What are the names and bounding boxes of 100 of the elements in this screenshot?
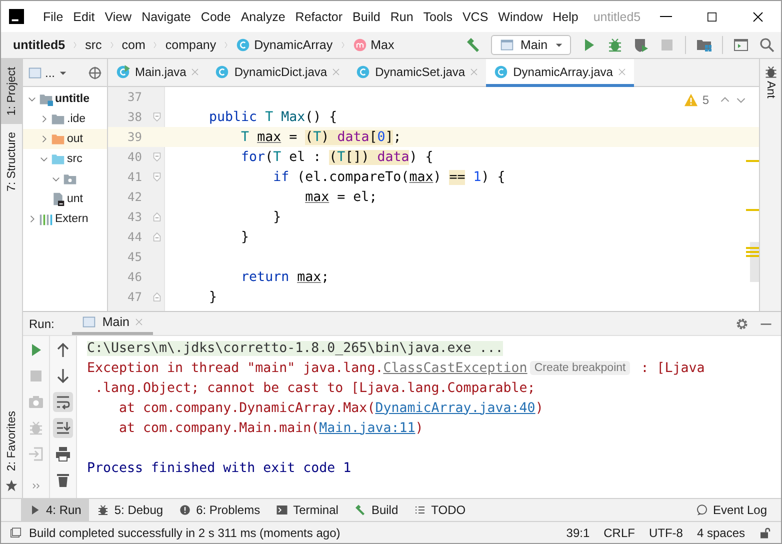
hammer-icon[interactable]	[465, 37, 481, 53]
breadcrumb[interactable]: com	[122, 38, 146, 52]
file-encoding[interactable]: UTF-8	[648, 526, 683, 540]
code-line: for(T el : (T[]) data) {	[240, 150, 434, 164]
indent-setting[interactable]: 4 spaces	[696, 526, 745, 540]
fold-marker-icon[interactable]	[153, 212, 161, 222]
trash-icon[interactable]	[55, 472, 71, 488]
tab-label[interactable]: DynamicArray.java	[513, 64, 613, 78]
run-configuration-dropdown[interactable]: Main	[491, 35, 571, 55]
tool-window-tab[interactable]: 1: Project	[1, 59, 22, 124]
menu-item[interactable]: Build	[348, 10, 386, 24]
close-icon[interactable]	[618, 68, 626, 76]
code-line: if (el.compareTo(max) == 1) {	[272, 170, 506, 184]
tool-window-button[interactable]: Terminal	[268, 499, 346, 521]
menu-item[interactable]: Edit	[68, 10, 100, 24]
fold-marker-icon[interactable]	[153, 292, 161, 302]
tree-item-label[interactable]: Extern	[55, 213, 88, 225]
tool-window-button[interactable]: 6: Problems	[171, 499, 268, 521]
scroll-to-end-icon[interactable]	[55, 420, 71, 436]
exit-message: Process finished with exit code 1	[87, 460, 352, 476]
close-icon[interactable]	[135, 318, 144, 326]
search-icon[interactable]	[759, 37, 775, 53]
class-icon	[215, 64, 230, 78]
menu-item[interactable]: Window	[493, 10, 548, 24]
tool-window-tab[interactable]: 7: Structure	[1, 124, 22, 200]
tab-label[interactable]: Main.java	[135, 64, 186, 78]
printer-icon[interactable]	[55, 446, 71, 462]
menu-item[interactable]: Code	[196, 10, 236, 24]
fold-marker-icon[interactable]	[153, 172, 161, 182]
hammer-icon	[354, 504, 366, 516]
package-icon	[63, 172, 77, 186]
line-number: 44	[126, 229, 143, 246]
breadcrumb[interactable]: untitled5	[13, 38, 66, 52]
window-icon[interactable]	[733, 37, 749, 53]
soft-wrap-icon[interactable]	[55, 394, 71, 410]
menu-item[interactable]: File	[38, 10, 68, 24]
menu-item[interactable]: View	[100, 10, 137, 24]
tree-item-label[interactable]: src	[67, 153, 82, 165]
event-log-button[interactable]: Event Log	[688, 499, 775, 521]
fold-marker-icon[interactable]	[153, 232, 161, 242]
breadcrumb[interactable]: src	[85, 38, 102, 52]
close-icon[interactable]	[191, 68, 200, 76]
error-text: )	[535, 400, 544, 416]
fold-marker-icon[interactable]	[153, 152, 161, 162]
tool-window-button[interactable]: 5: Debug	[89, 499, 172, 521]
close-icon[interactable]	[470, 68, 478, 76]
editor-tab[interactable]: Main.java	[108, 59, 208, 87]
shield-run-icon[interactable]	[633, 37, 649, 53]
runnable-class-icon	[116, 64, 130, 78]
breadcrumb[interactable]: DynamicArray	[254, 38, 333, 52]
code-line: }	[240, 230, 250, 244]
tree-item-label[interactable]: .ide	[67, 113, 86, 125]
menu-item[interactable]: Help	[548, 10, 584, 24]
stop-icon[interactable]	[659, 37, 675, 53]
settings-icon[interactable]	[735, 316, 749, 330]
window-title: untitled5	[593, 10, 641, 24]
view-dropdown[interactable]: ...	[45, 66, 56, 80]
tree-item-label[interactable]: unt	[67, 193, 83, 205]
locate-icon[interactable]	[88, 66, 102, 80]
tab-label[interactable]: DynamicSet.java	[375, 64, 466, 78]
tab-label[interactable]: DynamicDict.java	[234, 64, 328, 78]
tool-windows-icon[interactable]	[9, 526, 21, 538]
tool-window-button[interactable]: Build	[346, 499, 406, 521]
exception-link[interactable]: ClassCastException	[383, 360, 528, 376]
tool-window-button[interactable]: 4: Run	[21, 499, 90, 521]
menu-item[interactable]: Navigate	[136, 10, 196, 24]
tool-window-button[interactable]: TODO	[406, 499, 474, 521]
arrow-down-icon[interactable]	[55, 368, 71, 384]
menu-item[interactable]: Analyze	[236, 10, 290, 24]
arrow-up-icon[interactable]	[55, 342, 71, 358]
bug-icon[interactable]	[607, 37, 623, 53]
line-number: 37	[126, 89, 143, 106]
file-link[interactable]: Main.java:11	[319, 420, 416, 436]
menu-item[interactable]: Tools	[418, 10, 458, 24]
menu-item[interactable]: Run	[385, 10, 418, 24]
menu-item[interactable]: VCS	[457, 10, 494, 24]
folder-icon	[51, 112, 65, 126]
tool-window-tab[interactable]: 2: Favorites	[1, 402, 22, 479]
tree-item-label[interactable]: untitle	[55, 93, 90, 105]
editor-tab[interactable]: DynamicArray.java	[486, 59, 634, 87]
fold-marker-icon[interactable]	[153, 112, 161, 122]
error-text: at com.company.DynamicArray.Max(	[118, 400, 376, 416]
caret-position[interactable]: 39:1	[566, 526, 590, 540]
editor-tab[interactable]: DynamicSet.java	[348, 59, 486, 87]
line-separator[interactable]: CRLF	[604, 526, 635, 540]
folder-grid-icon[interactable]	[696, 37, 712, 53]
breadcrumb[interactable]: company	[165, 38, 216, 52]
file-link[interactable]: DynamicArray.java:40	[375, 400, 536, 416]
terminal-icon	[276, 504, 288, 516]
tool-window-tab[interactable]: Ant	[760, 79, 781, 100]
tab-label[interactable]: Main	[102, 315, 130, 329]
line-number: 38	[126, 109, 143, 126]
lock-icon[interactable]	[759, 526, 771, 538]
tree-item-label[interactable]: out	[67, 133, 83, 145]
editor-tab[interactable]: DynamicDict.java	[207, 59, 348, 87]
menu-item[interactable]: Refactor	[290, 10, 348, 24]
run-tab[interactable]: Main	[72, 312, 154, 335]
close-icon[interactable]	[332, 68, 340, 76]
create-breakpoint-hint[interactable]: Create breakpoint	[530, 361, 630, 375]
breadcrumb[interactable]: Max	[370, 38, 394, 52]
